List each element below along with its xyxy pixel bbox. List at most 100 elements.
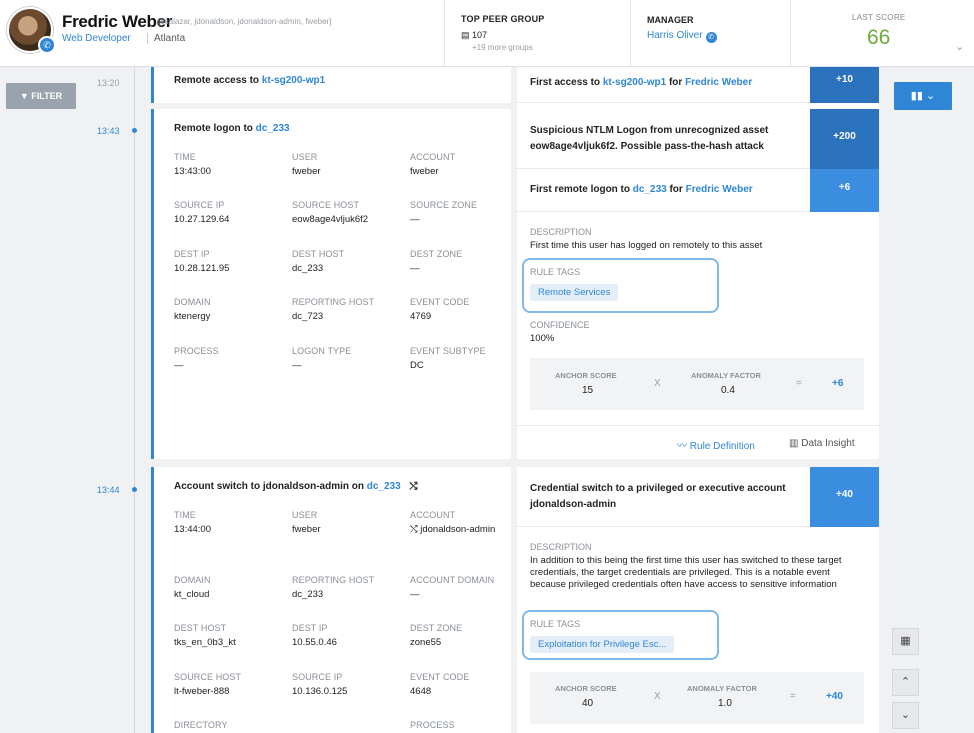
multiply-sign: X [654, 378, 661, 389]
field-label: REPORTING HOST [292, 575, 375, 585]
anomaly-factor-value: 1.0 [718, 698, 732, 709]
user-role[interactable]: Web Developer [62, 33, 131, 44]
peer-group-more[interactable]: +19 more groups [472, 43, 533, 52]
data-insight-link[interactable]: ▥ Data Insight [789, 438, 855, 449]
field-value: fweber [410, 166, 439, 177]
event-field: DEST HOST tks_en_0b3_kt [174, 622, 284, 649]
scroll-down-button[interactable]: ⌄ [892, 702, 919, 729]
data-insight-label: Data Insight [801, 438, 855, 449]
event-field: SOURCE IP 10.27.129.64 [174, 199, 284, 226]
calendar-button[interactable]: ▦ [892, 628, 919, 655]
timeline-dot [132, 487, 137, 492]
filter-icon: ▼ [19, 91, 29, 101]
rule-link-asset[interactable]: kt-sg200-wp1 [603, 77, 666, 88]
event-card[interactable]: Account switch to jdonaldson-admin on dc… [151, 467, 511, 733]
field-value: — [410, 214, 420, 225]
event-field: PROCESS — [174, 345, 284, 372]
manager-name[interactable]: Harris Oliver ✆ [647, 30, 717, 43]
document-icon: ▤ [461, 30, 470, 40]
field-label: PROCESS [174, 346, 219, 356]
event-field: EVENT CODE 4769 [410, 296, 520, 323]
score-calculation: ANCHOR SCORE 15 X ANOMALY FACTOR 0.4 = +… [530, 358, 864, 410]
rule-tag[interactable]: Remote Services [530, 284, 619, 301]
manager-name-text[interactable]: Harris Oliver [647, 30, 703, 41]
chevron-down-icon[interactable]: ⌄ [955, 40, 964, 53]
event-title-text: Remote logon to [174, 123, 256, 134]
equals-sign: = [790, 691, 796, 702]
field-value: — [410, 589, 420, 600]
phone-icon[interactable]: ✆ [38, 36, 56, 54]
event-title-link[interactable]: kt-sg200-wp1 [262, 75, 325, 86]
field-label: USER [292, 510, 318, 520]
field-label: DOMAIN [174, 575, 211, 585]
field-value: 13:43:00 [174, 166, 211, 177]
rule-definition-icon: 〰 [677, 441, 687, 452]
rule-text-b: for [666, 77, 686, 88]
description-text: First time this user has logged on remot… [530, 240, 763, 251]
rule-score: +6 [810, 169, 879, 212]
event-field: ACCOUNT fweber [410, 151, 520, 178]
field-value: dc_723 [292, 311, 324, 322]
calendar-icon: ▦ [900, 635, 911, 647]
scroll-up-button[interactable]: ⌃ [892, 669, 919, 696]
peer-group-count[interactable]: ▤ 107 [461, 30, 487, 41]
peer-group-count-value: 107 [472, 30, 488, 40]
divider [790, 0, 791, 66]
rule-row-expanded[interactable]: First remote logon to dc_233 for Fredric… [517, 169, 879, 212]
event-title: Account switch to jdonaldson-admin on dc… [174, 481, 417, 492]
field-value: 10.55.0.46 [292, 637, 337, 648]
rule-text-a: First remote logon to [530, 184, 633, 195]
field-label: TIME [174, 152, 196, 162]
event-field: SOURCE HOST eow8age4vljuk6f2 [292, 199, 402, 226]
field-value: 10.28.121.95 [174, 263, 230, 274]
field-value: zone55 [410, 637, 442, 648]
phone-icon[interactable]: ✆ [705, 32, 717, 43]
data-insight-icon: ▥ [789, 438, 799, 449]
rule-tag[interactable]: Exploitation for Privilege Esc... [530, 636, 675, 653]
rule-link-user[interactable]: Fredric Weber [685, 77, 752, 88]
anomaly-factor-value: 0.4 [721, 385, 735, 396]
event-title-text: Account switch to jdonaldson-admin on [174, 481, 367, 492]
divider [517, 425, 879, 426]
equals-sign: = [796, 378, 802, 389]
rule-tags-label: RULE TAGS [530, 619, 581, 629]
rule-row[interactable]: Suspicious NTLM Logon from unrecognized … [517, 109, 879, 169]
field-label: REPORTING HOST [292, 297, 375, 307]
rule-link-asset[interactable]: dc_233 [633, 184, 667, 195]
field-value: 4648 [410, 686, 432, 697]
field-value: eow8age4vljuk6f2 [292, 214, 369, 225]
event-card[interactable]: Remote logon to dc_233 TIME 13:43:00 USER f… [151, 109, 511, 459]
field-value: lt-fweber-888 [174, 686, 230, 697]
rule-score: +40 [810, 467, 879, 527]
rule-score: +200 [810, 109, 879, 169]
confidence-value: 100% [530, 333, 555, 344]
rule-score: +10 [810, 67, 879, 103]
field-label: SOURCE HOST [292, 200, 360, 210]
event-card[interactable]: Remote access to kt-sg200-wp1 [151, 67, 511, 103]
event-field: USER fweber [292, 151, 402, 178]
field-value: 13:44:00 [174, 524, 211, 535]
filter-button[interactable]: ▼ FILTER [6, 83, 76, 109]
divider [444, 0, 445, 66]
divider [630, 0, 631, 66]
field-label: SOURCE IP [292, 672, 343, 682]
event-field: TIME 13:44:00 [174, 509, 284, 536]
field-value: 10.136.0.125 [292, 686, 348, 697]
field-value: fweber [292, 166, 321, 177]
chevron-down-icon: ⌄ [900, 709, 911, 721]
chart-toggle-button[interactable]: ▮▮ ⌄ [894, 82, 952, 110]
event-field: ACCOUNT ⤭ jdonaldson-admin [410, 509, 520, 536]
event-field: DEST ZONE zone55 [410, 622, 520, 649]
event-title-link[interactable]: dc_233 [367, 481, 401, 492]
event-field: EVENT SUBTYPE DC [410, 345, 520, 372]
rule-row[interactable]: First access to kt-sg200-wp1 for Fredric… [517, 67, 879, 103]
event-field: LOGON TYPE — [292, 345, 402, 372]
multiply-sign: X [654, 691, 661, 702]
rule-row-expanded[interactable]: Credential switch to a privileged or exe… [517, 467, 879, 527]
event-title-link[interactable]: dc_233 [256, 123, 290, 134]
filter-label: FILTER [31, 91, 63, 101]
rule-definition-link[interactable]: 〰 Rule Definition [677, 437, 755, 452]
rule-link-user[interactable]: Fredric Weber [686, 184, 753, 195]
anomaly-factor-label: ANOMALY FACTOR [687, 684, 757, 693]
field-value: tks_en_0b3_kt [174, 637, 236, 648]
